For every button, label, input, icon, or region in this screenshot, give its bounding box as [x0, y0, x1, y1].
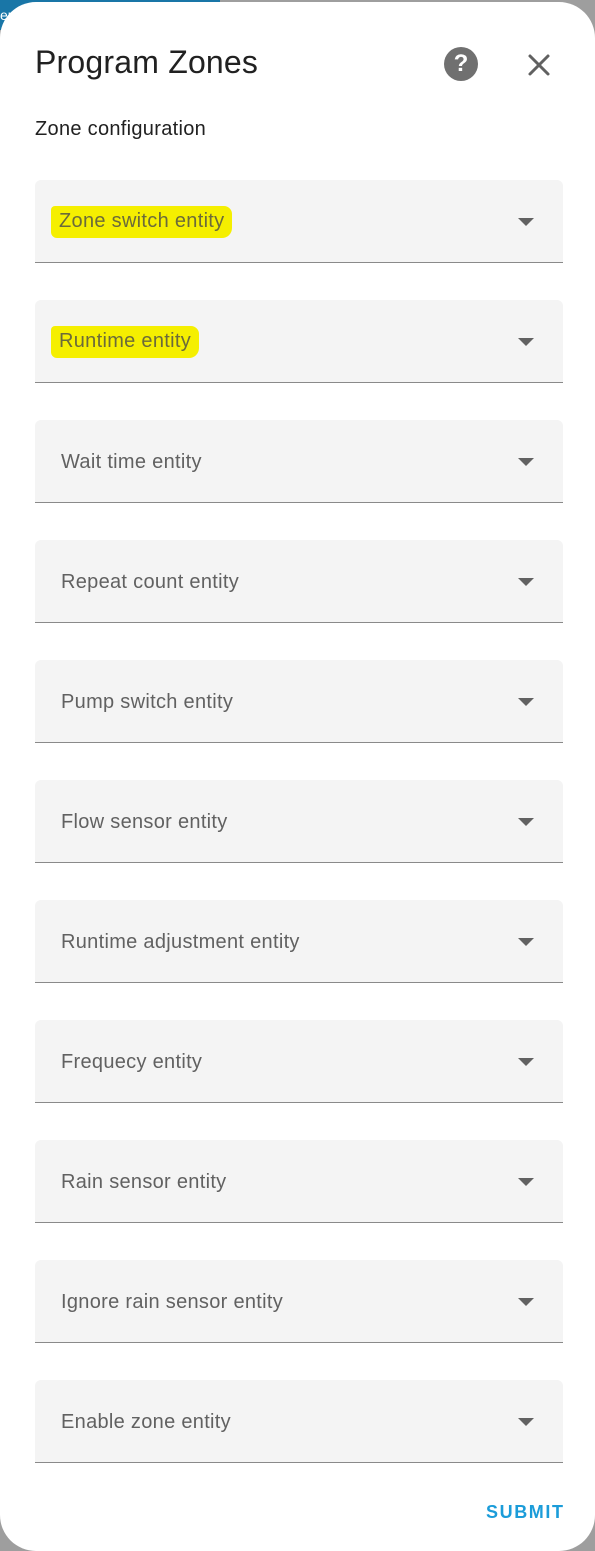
entity-select-label: Flow sensor entity [61, 811, 228, 833]
zone-configuration-heading: Zone configuration [35, 118, 207, 140]
entity-select-field[interactable]: Frequecy entity [35, 1020, 563, 1103]
entity-select-field[interactable]: Runtime adjustment entity [35, 900, 563, 983]
entity-select-field[interactable]: Pump switch entity [35, 660, 563, 743]
caret-down-icon [518, 458, 534, 466]
entity-select-label: Repeat count entity [61, 571, 240, 593]
entity-select-label: Ignore rain sensor entity [61, 1291, 284, 1313]
caret-down-icon [518, 818, 534, 826]
program-zones-dialog: Program Zones ? Zone configuration Zone … [0, 2, 595, 1551]
caret-down-icon [518, 938, 534, 946]
entity-select-field[interactable]: Repeat count entity [35, 540, 563, 623]
entity-select-field[interactable]: Enable zone entity [35, 1380, 563, 1463]
entity-select-field[interactable]: Rain sensor entity [35, 1140, 563, 1223]
caret-down-icon [518, 338, 534, 346]
entity-select-field[interactable]: Runtime entity [35, 300, 563, 383]
entity-select-label: Zone switch entity [51, 206, 233, 238]
entity-select-label: Frequecy entity [61, 1051, 203, 1073]
entity-select-field[interactable]: Flow sensor entity [35, 780, 563, 863]
entity-select-field[interactable]: Ignore rain sensor entity [35, 1260, 563, 1343]
entity-select-field[interactable]: Zone switch entity [35, 180, 563, 263]
submit-button[interactable]: SUBMIT [486, 1502, 565, 1523]
caret-down-icon [518, 1298, 534, 1306]
caret-down-icon [518, 1418, 534, 1426]
close-x-shape [528, 54, 550, 76]
entity-select-field[interactable]: Wait time entity [35, 420, 563, 503]
caret-down-icon [518, 218, 534, 226]
entity-select-label: Pump switch entity [61, 691, 234, 713]
entity-select-label: Rain sensor entity [61, 1171, 227, 1193]
close-icon[interactable] [522, 48, 556, 82]
entity-select-label: Runtime adjustment entity [61, 931, 300, 953]
help-icon[interactable]: ? [444, 47, 478, 81]
caret-down-icon [518, 1058, 534, 1066]
entity-select-label: Enable zone entity [61, 1411, 231, 1433]
dialog-title: Program Zones [35, 44, 259, 80]
entity-select-label: Runtime entity [51, 326, 200, 358]
caret-down-icon [518, 1178, 534, 1186]
caret-down-icon [518, 698, 534, 706]
entity-select-label: Wait time entity [61, 451, 202, 473]
caret-down-icon [518, 578, 534, 586]
